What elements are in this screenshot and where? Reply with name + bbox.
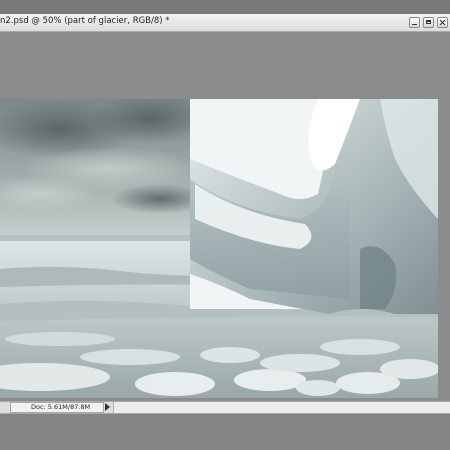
document-titlebar[interactable]: n2.psd @ 50% (part of glacier, RGB/8) * (0, 14, 450, 32)
minimize-icon[interactable] (409, 17, 420, 28)
maximize-icon[interactable] (423, 17, 434, 28)
document-workspace[interactable] (0, 32, 450, 401)
image-canvas[interactable] (0, 99, 438, 398)
horizontal-scrollbar[interactable] (113, 402, 450, 413)
document-size-readout[interactable]: Doc: 5.61M/87.8M (10, 402, 104, 413)
document-title: n2.psd @ 50% (part of glacier, RGB/8) * (0, 16, 170, 26)
status-menu-arrow-icon[interactable] (105, 403, 110, 411)
close-icon[interactable] (437, 17, 448, 28)
status-bar: Doc: 5.61M/87.8M (0, 401, 450, 414)
glacier-composite-image (0, 99, 438, 398)
workspace-bottom (0, 414, 450, 450)
